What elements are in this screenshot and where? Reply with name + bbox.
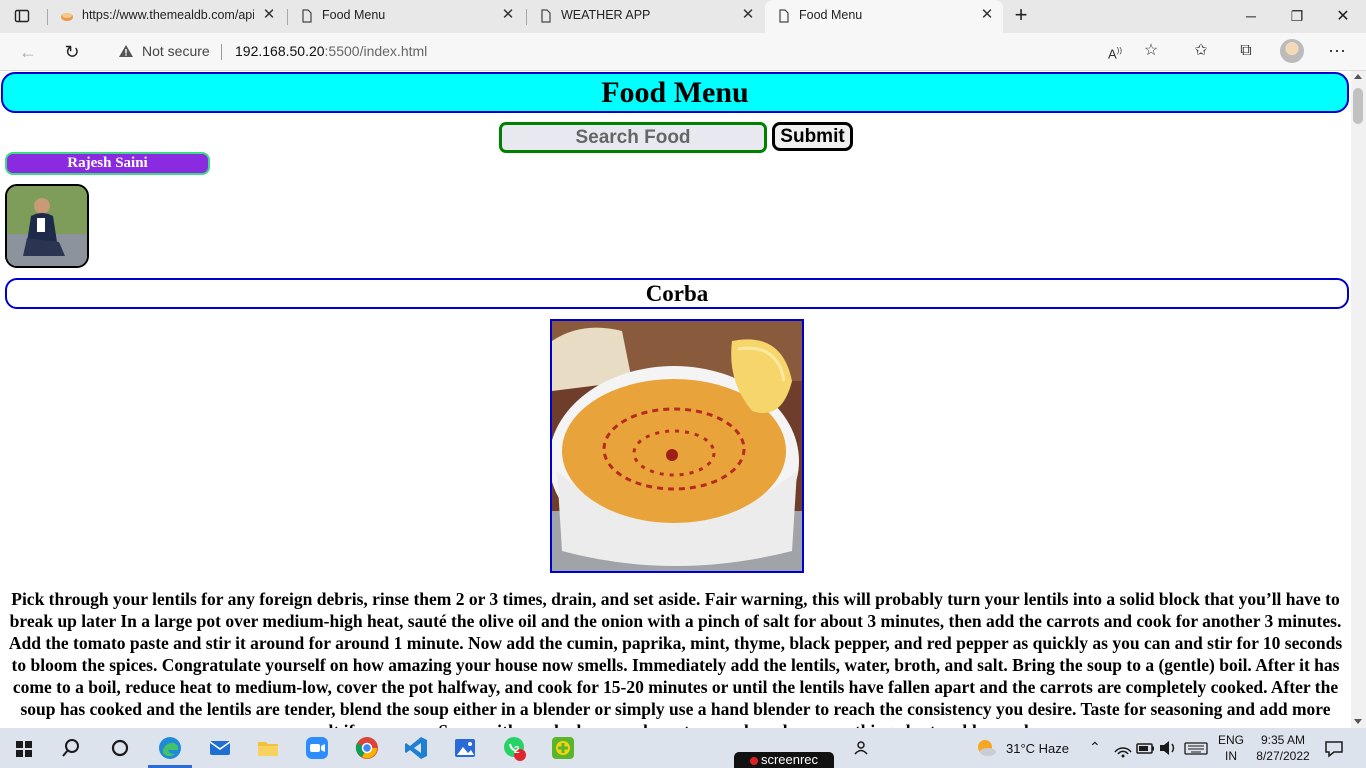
refresh-icon[interactable]: ↻: [59, 39, 85, 65]
tab-label: WEATHER APP: [561, 8, 651, 22]
photos-icon[interactable]: [451, 734, 479, 762]
tab-actions-icon[interactable]: [14, 8, 30, 24]
close-window-icon[interactable]: ✕: [1320, 0, 1366, 33]
green-plus-app-icon[interactable]: [549, 734, 577, 762]
security-separator: [221, 44, 222, 60]
chrome-icon[interactable]: [353, 734, 381, 762]
system-clock[interactable]: 9:35 AM 8/27/2022: [1253, 732, 1313, 764]
zoom-icon[interactable]: [303, 734, 331, 762]
url-host: 192.168.50.20: [235, 43, 325, 59]
tab-themealdb[interactable]: https://www.themealdb.com/api ✕: [48, 0, 288, 33]
page-icon: [779, 9, 789, 23]
not-secure-label[interactable]: Not secure: [142, 43, 210, 59]
language-indicator[interactable]: ENG IN: [1217, 732, 1245, 764]
tab-weather-app[interactable]: WEATHER APP ✕: [527, 0, 765, 33]
minimize-icon[interactable]: ─: [1228, 0, 1274, 33]
back-arrow-icon[interactable]: ←: [15, 39, 41, 65]
notifications-icon[interactable]: [1320, 734, 1348, 762]
clock-time: 9:35 AM: [1260, 733, 1306, 747]
search-icon[interactable]: [57, 734, 85, 762]
vscode-icon[interactable]: [402, 734, 430, 762]
scroll-down-arrow-icon[interactable]: [1354, 719, 1362, 724]
volume-icon[interactable]: [1154, 734, 1182, 762]
url-path: :5500/index.html: [324, 43, 428, 59]
mail-icon[interactable]: [206, 734, 234, 762]
people-icon[interactable]: [848, 734, 876, 762]
search-input[interactable]: [499, 122, 767, 153]
mealdb-favicon-icon: [61, 13, 73, 21]
file-explorer-icon[interactable]: [254, 734, 282, 762]
tab-close-icon[interactable]: ✕: [978, 6, 996, 24]
tab-close-icon[interactable]: ✕: [739, 6, 757, 24]
warning-triangle-icon[interactable]: [118, 44, 134, 58]
tab-food-menu-active[interactable]: Food Menu ✕: [765, 0, 1003, 33]
edge-browser-icon[interactable]: [156, 734, 184, 762]
record-dot-icon: [749, 756, 758, 765]
user-name-badge: Rajesh Saini: [5, 152, 210, 175]
add-favorite-icon[interactable]: ☆: [1140, 40, 1162, 62]
screenrec-watermark: screenrec: [734, 752, 834, 768]
weather-sun-icon[interactable]: [972, 734, 1000, 762]
task-view-icon[interactable]: [106, 734, 134, 762]
weather-text[interactable]: 31°C Haze: [1006, 741, 1069, 756]
tab-food-menu-1[interactable]: Food Menu ✕: [288, 0, 526, 33]
page-icon: [541, 9, 551, 23]
tab-label: Food Menu: [799, 8, 863, 22]
soup-bowl-icon: [552, 321, 802, 571]
scrollbar-thumb[interactable]: [1353, 88, 1363, 124]
browser-toolbar: ← ↻ Not secure 192.168.50.20:5500/index.…: [0, 33, 1366, 71]
meal-title: Corba: [5, 278, 1349, 309]
chevron-up-icon[interactable]: ⌃: [1089, 739, 1101, 756]
more-menu-icon[interactable]: ⋯: [1326, 40, 1348, 62]
user-avatar: [5, 184, 89, 268]
address-bar[interactable]: Not secure 192.168.50.20:5500/index.html: [100, 36, 1366, 67]
screenrec-label: screenrec: [760, 752, 819, 767]
url-text[interactable]: 192.168.50.20:5500/index.html: [235, 43, 427, 59]
submit-button[interactable]: Submit: [772, 122, 853, 151]
restore-icon[interactable]: ❐: [1274, 0, 1320, 33]
tab-label: https://www.themealdb.com/api: [82, 8, 254, 22]
read-aloud-icon[interactable]: A)): [1104, 40, 1126, 62]
tab-close-icon[interactable]: ✕: [499, 6, 517, 24]
page-title: Food Menu: [1, 72, 1349, 113]
tab-close-icon[interactable]: ✕: [260, 6, 278, 24]
person-photo-icon: [7, 186, 87, 266]
profile-avatar[interactable]: [1280, 39, 1304, 63]
browser-tab-strip: https://www.themealdb.com/api ✕ Food Men…: [0, 0, 1366, 33]
windows-start-icon[interactable]: [10, 734, 38, 762]
new-tab-icon[interactable]: +: [1010, 4, 1032, 26]
clock-date: 8/27/2022: [1256, 749, 1310, 763]
tab-label: Food Menu: [322, 8, 386, 22]
keyboard-icon[interactable]: [1182, 734, 1210, 762]
meal-instructions: Pick through your lentils for any foreig…: [8, 589, 1343, 728]
page-icon: [302, 9, 312, 23]
web-page: Food Menu Submit Rajesh Saini Corba: [0, 71, 1351, 728]
lang-line-1: ENG: [1217, 733, 1244, 747]
lang-line-2: IN: [1225, 749, 1237, 763]
windows-taskbar: 2 screenrec 31°C Haze ⌃ ENG IN 9:35 AM 8/2…: [0, 728, 1366, 768]
notification-count-badge: 2: [514, 745, 520, 756]
meal-image: [550, 319, 804, 573]
scroll-up-arrow-icon[interactable]: [1354, 74, 1362, 79]
page-scrollbar[interactable]: [1351, 71, 1366, 728]
favorites-icon[interactable]: ✩: [1190, 40, 1212, 62]
collections-icon[interactable]: ⧉: [1235, 40, 1257, 62]
